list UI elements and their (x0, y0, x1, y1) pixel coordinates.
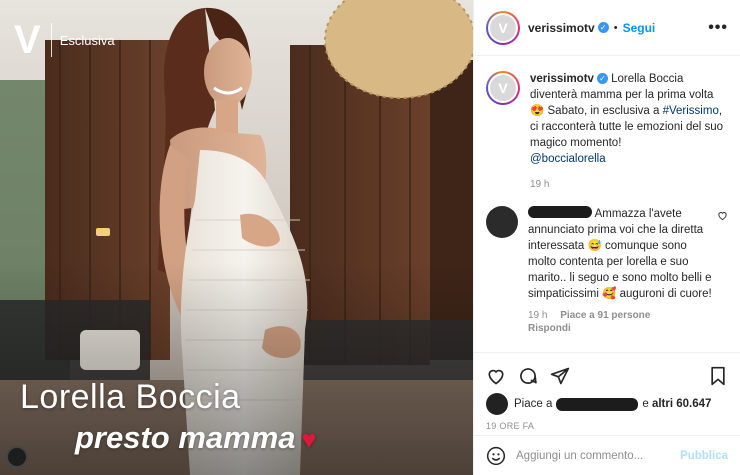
comment-line: annunciato prima voi che la (528, 224, 668, 236)
caption-line: ci racconterà tutte le emozioni del (530, 121, 702, 133)
comment-bubble-icon[interactable] (518, 366, 538, 386)
comments-section[interactable]: V verissimotv ✓ Lorella Boccia diventerà … (474, 57, 740, 352)
likes-others-count[interactable]: altri 60.647 (652, 398, 711, 410)
publish-button[interactable]: Pubblica (680, 450, 728, 462)
comment-line: auguroni di cuore! (619, 288, 712, 300)
caption-verified-icon: ✓ (596, 73, 608, 84)
caption-line: diventerà mamma per la prima volta (530, 89, 714, 101)
post-sidebar: V verissimotv ✓ • Segui ••• V verissimot… (473, 0, 740, 475)
redacted-liker-name (556, 397, 639, 411)
comment-composer: Pubblica (474, 435, 740, 475)
comment-line: Ammazza l'avete (594, 208, 682, 220)
action-icons-row (486, 363, 728, 389)
post-photo[interactable]: V Esclusiva Lorella Boccia presto mamma ♥ (0, 0, 473, 475)
comment-meta: 19 h Piace a 91 persone (528, 310, 728, 321)
emoji-smiley-icon[interactable] (486, 446, 506, 466)
verissimo-logo: V (14, 18, 41, 62)
likes-summary: Piace a e altri 60.647 (486, 393, 728, 415)
post-actions: Piace a e altri 60.647 19 ORE FA (474, 352, 740, 431)
share-paper-plane-icon[interactable] (550, 366, 570, 386)
photo-subtitle-text: presto mamma (75, 420, 296, 455)
comment-text: Ammazza l'avete annunciato prima voi che… (528, 206, 713, 302)
liker-avatar[interactable] (486, 393, 508, 415)
likes-prefix: Piace a (514, 398, 553, 410)
more-options-icon[interactable]: ••• (708, 19, 728, 37)
caption-username[interactable]: verissimotv (530, 73, 594, 85)
photo-title: Lorella Boccia (20, 378, 241, 416)
caption-author-avatar[interactable]: V (486, 71, 520, 105)
save-bookmark-icon[interactable] (708, 366, 728, 386)
caption-text: verissimotv ✓ Lorella Boccia diventerà ma… (530, 71, 728, 167)
comment-like-heart-icon[interactable] (717, 210, 728, 221)
like-heart-icon[interactable] (486, 366, 506, 386)
comment-timestamp: 19 h (528, 310, 548, 321)
likes-and: e (642, 398, 649, 410)
caption-line: 😍 Sabato, in esclusiva a (530, 105, 663, 117)
verified-badge-icon: ✓ (597, 22, 609, 33)
comment-item: Ammazza l'avete annunciato prima voi che… (486, 206, 728, 302)
exclusive-tag: Esclusiva (59, 32, 115, 48)
comment-likes-count[interactable]: Piace a 91 persone (560, 310, 650, 321)
brand-divider (50, 23, 52, 57)
verissimo-brand: V Esclusiva (14, 20, 115, 60)
caption-timestamp: 19 h (530, 179, 550, 190)
hashtag-link[interactable]: #Verissimo (663, 105, 719, 117)
caption-avatar-logo: V (490, 75, 516, 101)
author-username[interactable]: verissimotv (528, 21, 595, 35)
commenter-avatar[interactable] (486, 206, 518, 238)
post-caption: V verissimotv ✓ Lorella Boccia diventerà … (486, 71, 728, 167)
comment-input[interactable] (516, 449, 666, 462)
redacted-username (528, 206, 592, 218)
author-avatar[interactable]: V (486, 10, 520, 45)
follow-button[interactable]: Segui (623, 21, 656, 35)
channel-corner-logo (6, 446, 28, 468)
caption-line: Lorella Boccia (611, 73, 684, 85)
comment-reply-row: Rispondi (528, 323, 728, 334)
caption-line: , (718, 105, 723, 117)
header-separator: • (613, 21, 618, 34)
reply-button[interactable]: Rispondi (528, 323, 571, 334)
post-date: 19 ORE FA (486, 421, 535, 431)
author-avatar-logo: V (490, 14, 516, 41)
post-header: V verissimotv ✓ • Segui ••• (474, 0, 740, 56)
mention-link[interactable]: @boccialorella (530, 153, 606, 165)
heart-icon: ♥ (301, 426, 317, 454)
instagram-post: V Esclusiva Lorella Boccia presto mamma ♥… (0, 0, 740, 475)
photo-subtitle: presto mamma ♥ (75, 420, 316, 456)
